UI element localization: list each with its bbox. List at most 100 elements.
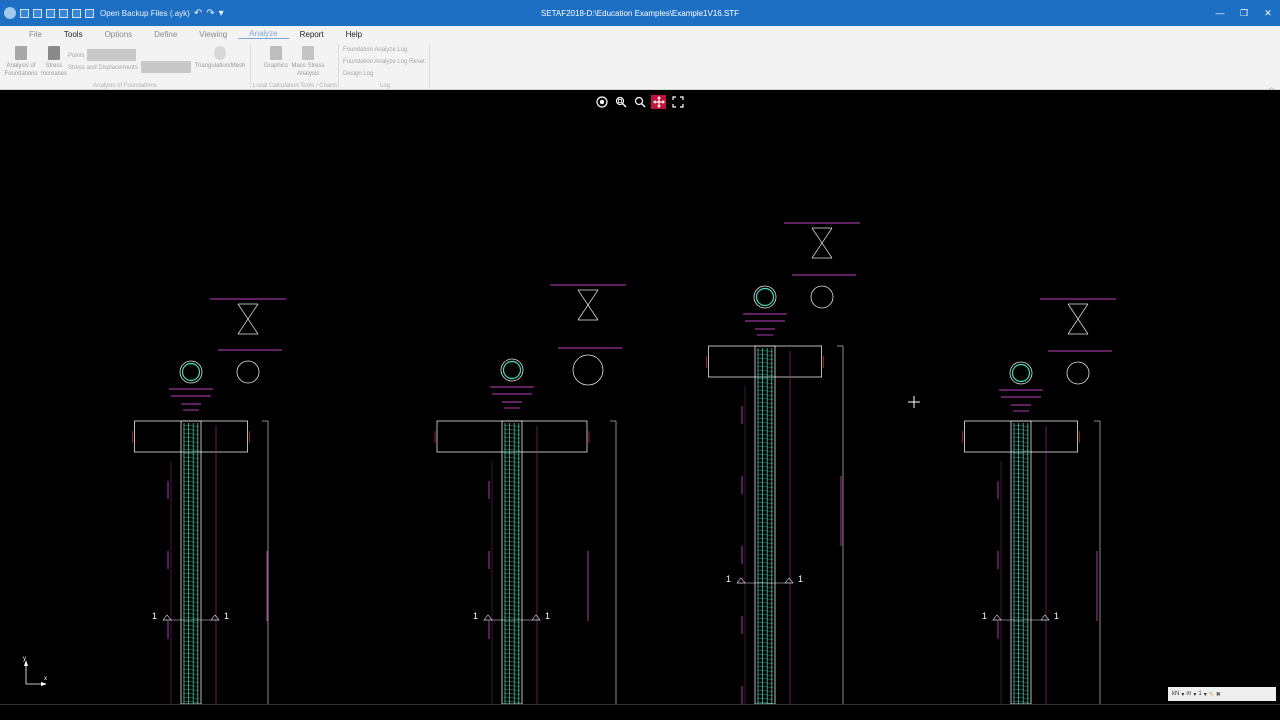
menu-help[interactable]: Help: [335, 30, 373, 39]
spiral-rebar: [503, 668, 521, 671]
spiral-rebar: [1012, 624, 1030, 627]
pile-section-circle: [1009, 361, 1033, 385]
spiral-rebar: [756, 405, 774, 408]
menu-tools[interactable]: Tools: [53, 30, 94, 39]
spiral-rebar: [756, 657, 774, 660]
force-unit-select[interactable]: kN: [1172, 691, 1179, 697]
spiral-rebar: [182, 632, 200, 635]
spiral-rebar: [182, 428, 200, 431]
spiral-rebar: [182, 544, 200, 547]
spiral-rebar: [756, 409, 774, 412]
spiral-rebar: [503, 596, 521, 599]
zoom-button[interactable]: [632, 95, 647, 109]
zoom-window-button[interactable]: [613, 95, 628, 109]
foundation-analyze-log-reset-link[interactable]: Foundation Analyze Log Reset: [343, 59, 425, 65]
decimal-select[interactable]: 1: [1198, 691, 1201, 697]
restore-button[interactable]: ❐: [1232, 0, 1256, 26]
spiral-rebar: [756, 645, 774, 648]
section-arrow-right: [784, 577, 794, 584]
spiral-rebar: [1012, 432, 1030, 435]
menu-options[interactable]: Options: [94, 30, 144, 39]
open-backup-files-label[interactable]: Open Backup Files (.ayk): [100, 9, 190, 18]
zoom-extents-button[interactable]: [670, 95, 685, 109]
triangulation-mesh-button[interactable]: Triangulation/Mesh: [192, 46, 248, 70]
foundation-analyze-log-link[interactable]: Foundation Analyze Log: [343, 47, 407, 53]
menu-viewing[interactable]: Viewing: [188, 30, 238, 39]
stress-displacements-combo[interactable]: [141, 61, 191, 73]
spiral-rebar: [1012, 484, 1030, 487]
tools-icon[interactable]: ✖: [1216, 691, 1221, 698]
spiral-rebar: [182, 668, 200, 671]
length-unit-select[interactable]: m: [1186, 691, 1191, 697]
pan-button[interactable]: [651, 95, 666, 109]
magnifier-icon: [634, 96, 645, 108]
spiral-rebar: [756, 485, 774, 488]
spiral-rebar: [756, 429, 774, 432]
graphics-button[interactable]: Graphics: [262, 46, 290, 70]
app-logo-icon: [4, 7, 16, 19]
open-folder-icon[interactable]: [33, 8, 42, 18]
cad-drawing-canvas[interactable]: 1 1 1 1 1 1 1 1 x y: [0, 90, 1280, 704]
spiral-rebar: [503, 464, 521, 467]
stress-increases-button[interactable]: Stress Increases: [40, 46, 68, 78]
design-log-link[interactable]: Design Log: [343, 71, 373, 77]
spiral-rebar: [756, 501, 774, 504]
spiral-rebar: [503, 656, 521, 659]
menu-analyze[interactable]: Analyze: [238, 29, 289, 39]
spiral-rebar: [182, 560, 200, 563]
pile-section-circle: [753, 285, 777, 309]
spiral-rebar: [1012, 636, 1030, 639]
spiral-rebar: [182, 696, 200, 699]
spiral-rebar: [182, 656, 200, 659]
save-icon[interactable]: [46, 8, 55, 18]
spiral-rebar: [756, 553, 774, 556]
mass-stress-analysis-button[interactable]: Mass Stress Analysis: [290, 46, 326, 78]
spiral-rebar: [756, 437, 774, 440]
spiral-rebar: [182, 520, 200, 523]
spiral-rebar: [182, 540, 200, 543]
close-button[interactable]: ✕: [1256, 0, 1280, 26]
spiral-rebar: [1012, 620, 1030, 623]
menu-report[interactable]: Report: [289, 30, 335, 39]
save-as-icon[interactable]: [59, 8, 68, 18]
minimize-button[interactable]: —: [1208, 0, 1232, 26]
spiral-rebar: [182, 700, 200, 703]
spiral-rebar: [756, 525, 774, 528]
spiral-rebar: [503, 556, 521, 559]
print-icon[interactable]: [72, 8, 81, 18]
mass-stress-analysis-label: Mass Stress Analysis: [291, 63, 325, 77]
new-file-icon[interactable]: [20, 8, 29, 18]
spiral-rebar: [756, 401, 774, 404]
undo-icon[interactable]: ↶: [194, 8, 202, 19]
spiral-rebar: [182, 620, 200, 623]
backup-icon[interactable]: [85, 8, 94, 18]
spiral-rebar: [756, 593, 774, 596]
spiral-rebar: [756, 673, 774, 676]
spiral-rebar: [503, 660, 521, 663]
spiral-rebar: [182, 600, 200, 603]
spiral-rebar: [1012, 516, 1030, 519]
spiral-rebar: [182, 424, 200, 427]
spiral-rebar: [1012, 632, 1030, 635]
group-analysis-of-foundations: Analysis of Foundations: [93, 83, 157, 89]
spiral-rebar: [503, 640, 521, 643]
eye-circle-icon: [595, 96, 608, 108]
spiral-rebar: [1012, 520, 1030, 523]
spiral-rebar: [756, 481, 774, 484]
points-combo[interactable]: [87, 49, 136, 61]
redo-icon[interactable]: ↷: [206, 8, 214, 19]
menu-define[interactable]: Define: [143, 30, 188, 39]
pencil-icon[interactable]: ✎: [1209, 691, 1214, 698]
spiral-rebar: [503, 544, 521, 547]
analysis-of-foundations-button[interactable]: Analysis of Foundations: [4, 46, 38, 78]
section-arrow-right: [210, 614, 220, 621]
spiral-rebar: [756, 569, 774, 572]
spiral-rebar: [1012, 532, 1030, 535]
drawing-viewport[interactable]: 11111111xy kN ▾ m ▾ 1 ▾ ✎ ✖: [0, 90, 1280, 720]
spiral-rebar: [756, 465, 774, 468]
customize-dropdown-icon[interactable]: ▾: [219, 8, 224, 19]
pile-rebar-ring: [755, 287, 775, 307]
menu-file[interactable]: File: [18, 30, 53, 39]
spiral-rebar: [756, 445, 774, 448]
view-toggle-button[interactable]: [594, 95, 609, 109]
